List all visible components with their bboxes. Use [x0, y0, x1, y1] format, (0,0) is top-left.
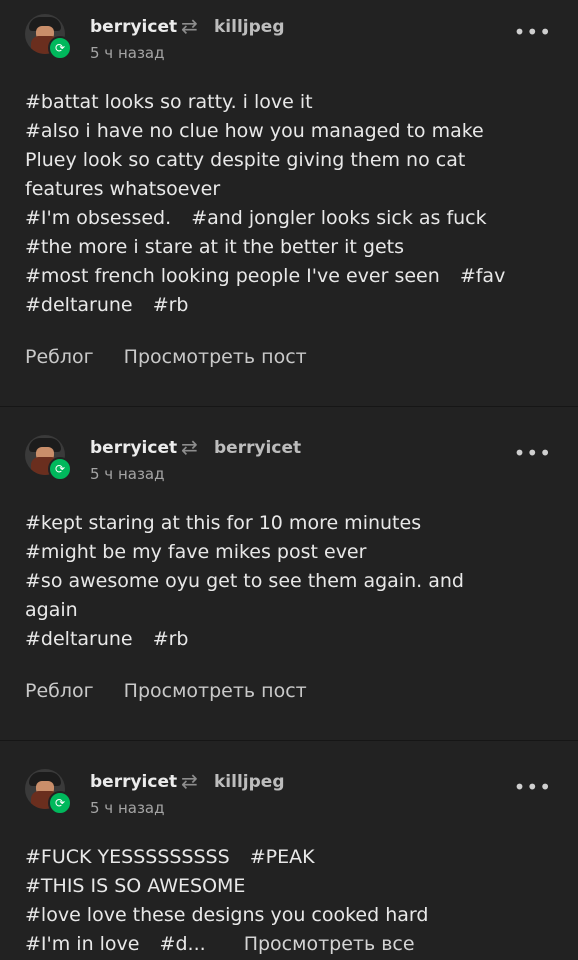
tag[interactable]: #rb — [153, 628, 189, 650]
tag[interactable]: #also i have no clue how you managed to … — [25, 120, 484, 142]
tag[interactable]: again — [25, 599, 78, 621]
username[interactable]: berryicet — [90, 772, 177, 792]
tag[interactable]: features whatsoever — [25, 178, 220, 200]
post-tags: #battat looks so ratty. i love it #also … — [0, 80, 578, 320]
reblog-icon: ⇄ — [181, 769, 198, 793]
post-header: ⟳ berryicet ⇄ killjpeg 5 ч назад ••• — [0, 745, 578, 823]
post-header: ⟳ berryicet ⇄ killjpeg 5 ч назад ••• — [0, 0, 578, 80]
tag[interactable]: #the more i stare at it the better it ge… — [25, 236, 404, 258]
tag[interactable]: #deltarune — [25, 294, 133, 316]
more-icon[interactable]: ••• — [514, 775, 552, 799]
reblog-badge-icon: ⟳ — [48, 36, 72, 60]
view-post-button[interactable]: Просмотреть пост — [124, 346, 307, 368]
source-username[interactable]: berryicet — [214, 438, 301, 458]
reblog-button[interactable]: Реблог — [25, 346, 94, 368]
tag[interactable]: #might be my fave mikes post ever — [25, 541, 366, 563]
reblog-button[interactable]: Реблог — [25, 680, 94, 702]
post-1: ⟳ berryicet ⇄ killjpeg 5 ч назад ••• #ba… — [0, 0, 578, 407]
post-header: ⟳ berryicet ⇄ berryicet 5 ч назад ••• — [0, 411, 578, 489]
tag[interactable]: #and jongler looks sick as fuck — [191, 207, 486, 229]
tag[interactable]: #love love these designs you cooked hard — [25, 904, 428, 926]
source-username[interactable]: killjpeg — [214, 17, 284, 37]
reblog-badge-icon: ⟳ — [48, 457, 72, 481]
tag[interactable]: #deltarune — [25, 628, 133, 650]
post-2: ⟳ berryicet ⇄ berryicet 5 ч назад ••• #k… — [0, 411, 578, 741]
tag[interactable]: #THIS IS SO AWESOME — [25, 875, 245, 897]
timestamp: 5 ч назад — [90, 799, 165, 817]
tag[interactable]: #d... — [160, 933, 206, 955]
timestamp: 5 ч назад — [90, 44, 165, 62]
tag[interactable]: #PEAK — [250, 846, 315, 868]
tag[interactable]: #kept staring at this for 10 more minute… — [25, 512, 421, 534]
tag[interactable]: #battat looks so ratty. i love it — [25, 91, 313, 113]
source-username[interactable]: killjpeg — [214, 772, 284, 792]
view-post-button[interactable]: Просмотреть пост — [124, 680, 307, 702]
post-actions: Реблог Просмотреть пост — [0, 320, 578, 406]
more-icon[interactable]: ••• — [514, 20, 552, 44]
tag[interactable]: #fav — [460, 265, 506, 287]
post-tags: #kept staring at this for 10 more minute… — [0, 489, 578, 654]
more-icon[interactable]: ••• — [514, 441, 552, 465]
tag[interactable]: #I'm in love — [25, 933, 140, 955]
username[interactable]: berryicet — [90, 438, 177, 458]
timestamp: 5 ч назад — [90, 465, 165, 483]
reblog-icon: ⇄ — [181, 14, 198, 38]
tag[interactable]: #FUCK YESSSSSSSSS — [25, 846, 230, 868]
tag[interactable]: Pluey look so catty despite giving them … — [25, 149, 465, 171]
post-3: ⟳ berryicet ⇄ killjpeg 5 ч назад ••• #FU… — [0, 745, 578, 959]
tag[interactable]: #rb — [153, 294, 189, 316]
username[interactable]: berryicet — [90, 17, 177, 37]
tag[interactable]: #I'm obsessed. — [25, 207, 171, 229]
tag[interactable]: #so awesome oyu get to see them again. a… — [25, 570, 464, 592]
reblog-icon: ⇄ — [181, 435, 198, 459]
tag[interactable]: #most french looking people I've ever se… — [25, 265, 440, 287]
reblog-badge-icon: ⟳ — [48, 791, 72, 815]
view-all-button[interactable]: Просмотреть все — [244, 933, 415, 955]
post-actions: Реблог Просмотреть пост — [0, 654, 578, 740]
post-tags: #FUCK YESSSSSSSSS #PEAK #THIS IS SO AWES… — [0, 823, 578, 959]
